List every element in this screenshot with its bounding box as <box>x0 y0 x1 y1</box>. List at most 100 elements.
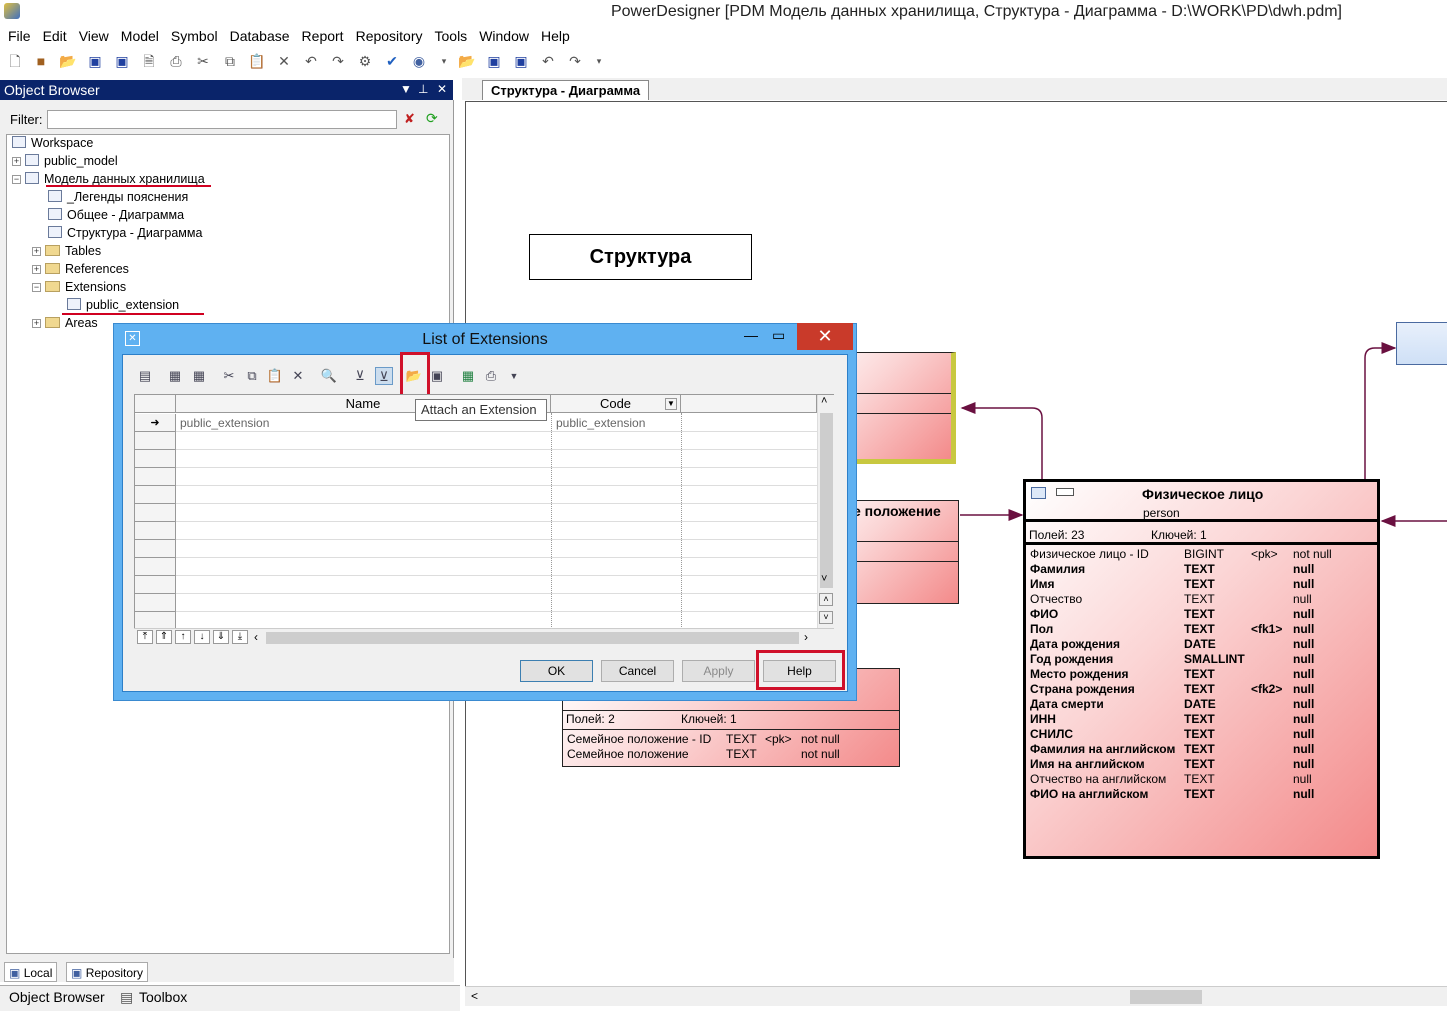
row-header[interactable] <box>135 468 176 486</box>
print-icon[interactable]: ⎙ <box>482 367 500 385</box>
dropdown-icon[interactable]: ▼ <box>505 367 523 385</box>
filter-icon[interactable]: ⊻ <box>351 367 369 385</box>
expand-icon[interactable]: + <box>32 265 41 274</box>
menu-report[interactable]: Report <box>298 26 348 46</box>
expand-icon[interactable]: + <box>32 247 41 256</box>
redo-icon[interactable]: ↷ <box>329 52 347 70</box>
print-icon[interactable]: ⎙ <box>167 52 185 70</box>
redo2-icon[interactable]: ↷ <box>566 52 584 70</box>
move-down-icon[interactable]: ↓ <box>194 630 210 644</box>
page-down-icon[interactable]: ˅ <box>819 611 833 624</box>
paste-icon[interactable]: 📋 <box>248 52 266 70</box>
pin-icon[interactable]: ⊥ <box>418 82 428 96</box>
find-icon[interactable]: 🔍 <box>320 367 338 385</box>
menu-help[interactable]: Help <box>537 26 574 46</box>
collapse-icon[interactable]: − <box>12 175 21 184</box>
tree-item-tables[interactable]: + Tables <box>32 242 101 260</box>
maximize-icon[interactable]: ▭ <box>772 327 785 344</box>
menu-model[interactable]: Model <box>117 26 163 46</box>
toolbar-overflow-icon[interactable]: ▾ <box>435 52 453 70</box>
undo-icon[interactable]: ↶ <box>302 52 320 70</box>
scroll-thumb[interactable] <box>1130 990 1202 1004</box>
page-up-icon[interactable]: ˄ <box>819 593 833 606</box>
move-page-up-icon[interactable]: ⇑ <box>156 630 172 644</box>
collapse-icon[interactable]: − <box>32 283 41 292</box>
copy-icon[interactable]: ⧉ <box>221 52 239 70</box>
entity-person[interactable]: Физическое лицо person Полей: 23 Ключей:… <box>1023 479 1380 859</box>
tree-item-references[interactable]: + References <box>32 260 129 278</box>
menu-file[interactable]: File <box>4 26 35 46</box>
insert-row-icon[interactable]: ▦ <box>166 367 184 385</box>
cut-icon[interactable]: ✂ <box>194 52 212 70</box>
grid-vscroll[interactable]: ˄ ˅ ˄ ˅ <box>817 395 834 628</box>
undo2-icon[interactable]: ↶ <box>539 52 557 70</box>
menu-edit[interactable]: Edit <box>39 26 71 46</box>
tree-item-public-model[interactable]: + public_model <box>12 152 118 170</box>
tab-repository[interactable]: ▣ Repository <box>66 962 149 982</box>
filter-active-icon[interactable]: ⊻ <box>375 367 393 385</box>
cut-icon[interactable]: ✂ <box>220 367 238 385</box>
spell-check-icon[interactable]: ✔ <box>383 52 401 70</box>
menu-tools[interactable]: Tools <box>431 26 472 46</box>
clear-filter-icon[interactable]: ✘ <box>404 111 415 127</box>
print-preview-icon[interactable]: 🗎 <box>140 52 158 70</box>
tab-object-browser[interactable]: Object Browser <box>9 989 105 1005</box>
column-filter-icon[interactable]: ▼ <box>665 398 677 410</box>
move-bottom-icon[interactable]: ⤓ <box>232 630 248 644</box>
row-code-cell[interactable]: public_extension <box>556 416 645 430</box>
structure-label-box[interactable]: Структура <box>529 234 752 280</box>
save-workspace-as-icon[interactable]: ▣ <box>512 52 530 70</box>
move-up-icon[interactable]: ↑ <box>175 630 191 644</box>
tree-item-areas[interactable]: + Areas <box>32 314 98 332</box>
tab-local[interactable]: ▣ Local <box>4 962 58 982</box>
delete-icon[interactable]: ✕ <box>275 52 293 70</box>
row-header[interactable] <box>135 432 176 450</box>
menu-repository[interactable]: Repository <box>352 26 427 46</box>
properties-icon[interactable]: ▤ <box>136 367 154 385</box>
apply-button[interactable]: Apply <box>682 660 755 682</box>
menu-view[interactable]: View <box>75 26 113 46</box>
filter-input[interactable] <box>47 110 397 129</box>
properties-icon[interactable]: ⚙ <box>356 52 374 70</box>
tree-item-public-extension[interactable]: public_extension <box>67 296 179 314</box>
diagram-hscroll[interactable]: < <box>465 986 1447 1006</box>
copy-icon[interactable]: ⧉ <box>243 367 261 385</box>
close-icon[interactable]: ✕ <box>437 82 447 96</box>
scroll-up-icon[interactable]: ˄ <box>821 395 827 407</box>
tree-item-general-diagram[interactable]: Общее - Диаграмма <box>48 206 184 224</box>
row-name-cell[interactable]: public_extension <box>180 416 269 430</box>
add-row-icon[interactable]: ▦ <box>190 367 208 385</box>
paste-icon[interactable]: 📋 <box>266 367 284 385</box>
ok-button[interactable]: OK <box>520 660 593 682</box>
scroll-right-icon[interactable]: › <box>804 630 808 644</box>
row-header[interactable] <box>135 540 176 558</box>
excel-export-icon[interactable]: ▦ <box>459 367 477 385</box>
row-header[interactable] <box>135 486 176 504</box>
new-model-icon[interactable]: ■ <box>32 52 50 70</box>
scroll-thumb[interactable] <box>820 413 833 588</box>
row-header[interactable]: ➜ <box>135 414 176 432</box>
scroll-thumb[interactable] <box>266 632 799 644</box>
entity-partial-right[interactable] <box>1396 322 1447 365</box>
dialog-close-button[interactable]: ✕ <box>797 323 853 350</box>
import-extension-icon[interactable]: ▣ <box>428 367 446 385</box>
row-header[interactable] <box>135 594 176 612</box>
tree-item-extensions[interactable]: − Extensions <box>32 278 126 296</box>
move-page-down-icon[interactable]: ⇓ <box>213 630 229 644</box>
tab-toolbox[interactable]: Toolbox <box>139 989 187 1005</box>
row-header[interactable] <box>135 576 176 594</box>
new-icon[interactable]: 🗋 <box>6 52 24 70</box>
open-workspace-icon[interactable]: 📂 <box>458 52 476 70</box>
row-header[interactable] <box>135 522 176 540</box>
expand-icon[interactable]: + <box>32 319 41 328</box>
save-workspace-icon[interactable]: ▣ <box>485 52 503 70</box>
cancel-button[interactable]: Cancel <box>601 660 674 682</box>
scroll-down-icon[interactable]: ˅ <box>821 573 827 585</box>
move-top-icon[interactable]: ⤒ <box>137 630 153 644</box>
scroll-left-icon[interactable]: < <box>471 989 478 1003</box>
refresh-icon[interactable]: ⟳ <box>426 110 438 127</box>
toolbar-overflow2-icon[interactable]: ▾ <box>590 52 608 70</box>
expand-icon[interactable]: + <box>12 157 21 166</box>
tree-item-legend[interactable]: _Легенды пояснения <box>48 188 188 206</box>
save-icon[interactable]: ▣ <box>86 52 104 70</box>
